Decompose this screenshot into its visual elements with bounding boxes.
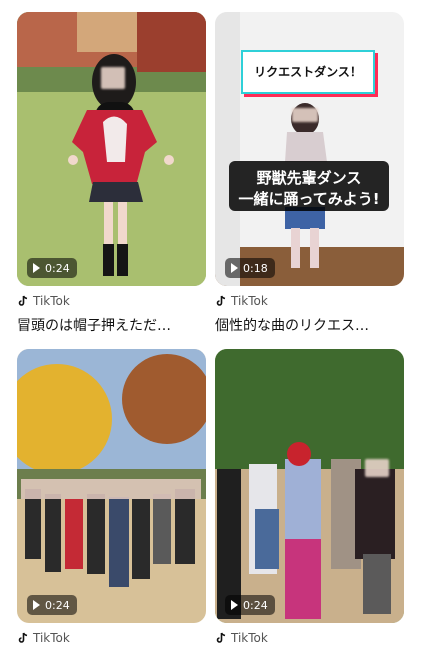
- tiktok-icon: [18, 632, 28, 643]
- tiktok-icon: [18, 295, 28, 306]
- duration-badge: 0:24: [225, 595, 275, 615]
- source-label: TikTok: [231, 631, 268, 645]
- overlay-title-banner: リクエストダンス！: [241, 50, 375, 94]
- video-caption[interactable]: 冒頭のは帽子押えただ…: [17, 315, 206, 335]
- video-caption[interactable]: 個性的な曲のリクエス…: [215, 315, 404, 335]
- overlay-caption-box: 野獣先輩ダンス 一緒に踊ってみよう!: [229, 161, 389, 211]
- duration-text: 0:24: [45, 598, 70, 612]
- video-thumbnail[interactable]: 0:24: [17, 12, 206, 286]
- duration-badge: 0:24: [27, 258, 77, 278]
- duration-text: 0:18: [243, 261, 268, 275]
- play-icon: [33, 263, 40, 273]
- video-thumbnail[interactable]: 0:24: [17, 349, 206, 623]
- source-row[interactable]: TikTok: [215, 631, 268, 645]
- play-icon: [33, 600, 40, 610]
- blurred-face: [292, 108, 318, 122]
- video-thumbnail[interactable]: リクエストダンス！ 野獣先輩ダンス 一緒に踊ってみよう! 0:18: [215, 12, 404, 286]
- thumbnail-image: [215, 349, 404, 623]
- blurred-face: [365, 459, 389, 477]
- duration-badge: 0:18: [225, 258, 275, 278]
- overlay-caption-line-2: 一緒に踊ってみよう!: [238, 190, 380, 208]
- blurred-face: [101, 67, 125, 89]
- source-row[interactable]: TikTok: [215, 294, 268, 308]
- tiktok-icon: [216, 632, 226, 643]
- duration-badge: 0:24: [27, 595, 77, 615]
- source-label: TikTok: [231, 294, 268, 308]
- source-row[interactable]: TikTok: [17, 631, 70, 645]
- source-row[interactable]: TikTok: [17, 294, 70, 308]
- source-label: TikTok: [33, 631, 70, 645]
- overlay-title-text: リクエストダンス！: [254, 65, 362, 79]
- thumbnail-image: [17, 349, 206, 623]
- video-thumbnail[interactable]: 0:24: [215, 349, 404, 623]
- play-icon: [231, 600, 238, 610]
- tiktok-icon: [216, 295, 226, 306]
- duration-text: 0:24: [45, 261, 70, 275]
- overlay-caption-line-1: 野獣先輩ダンス: [256, 169, 362, 187]
- play-icon: [231, 263, 238, 273]
- duration-text: 0:24: [243, 598, 268, 612]
- thumbnail-image: [17, 12, 206, 286]
- source-label: TikTok: [33, 294, 70, 308]
